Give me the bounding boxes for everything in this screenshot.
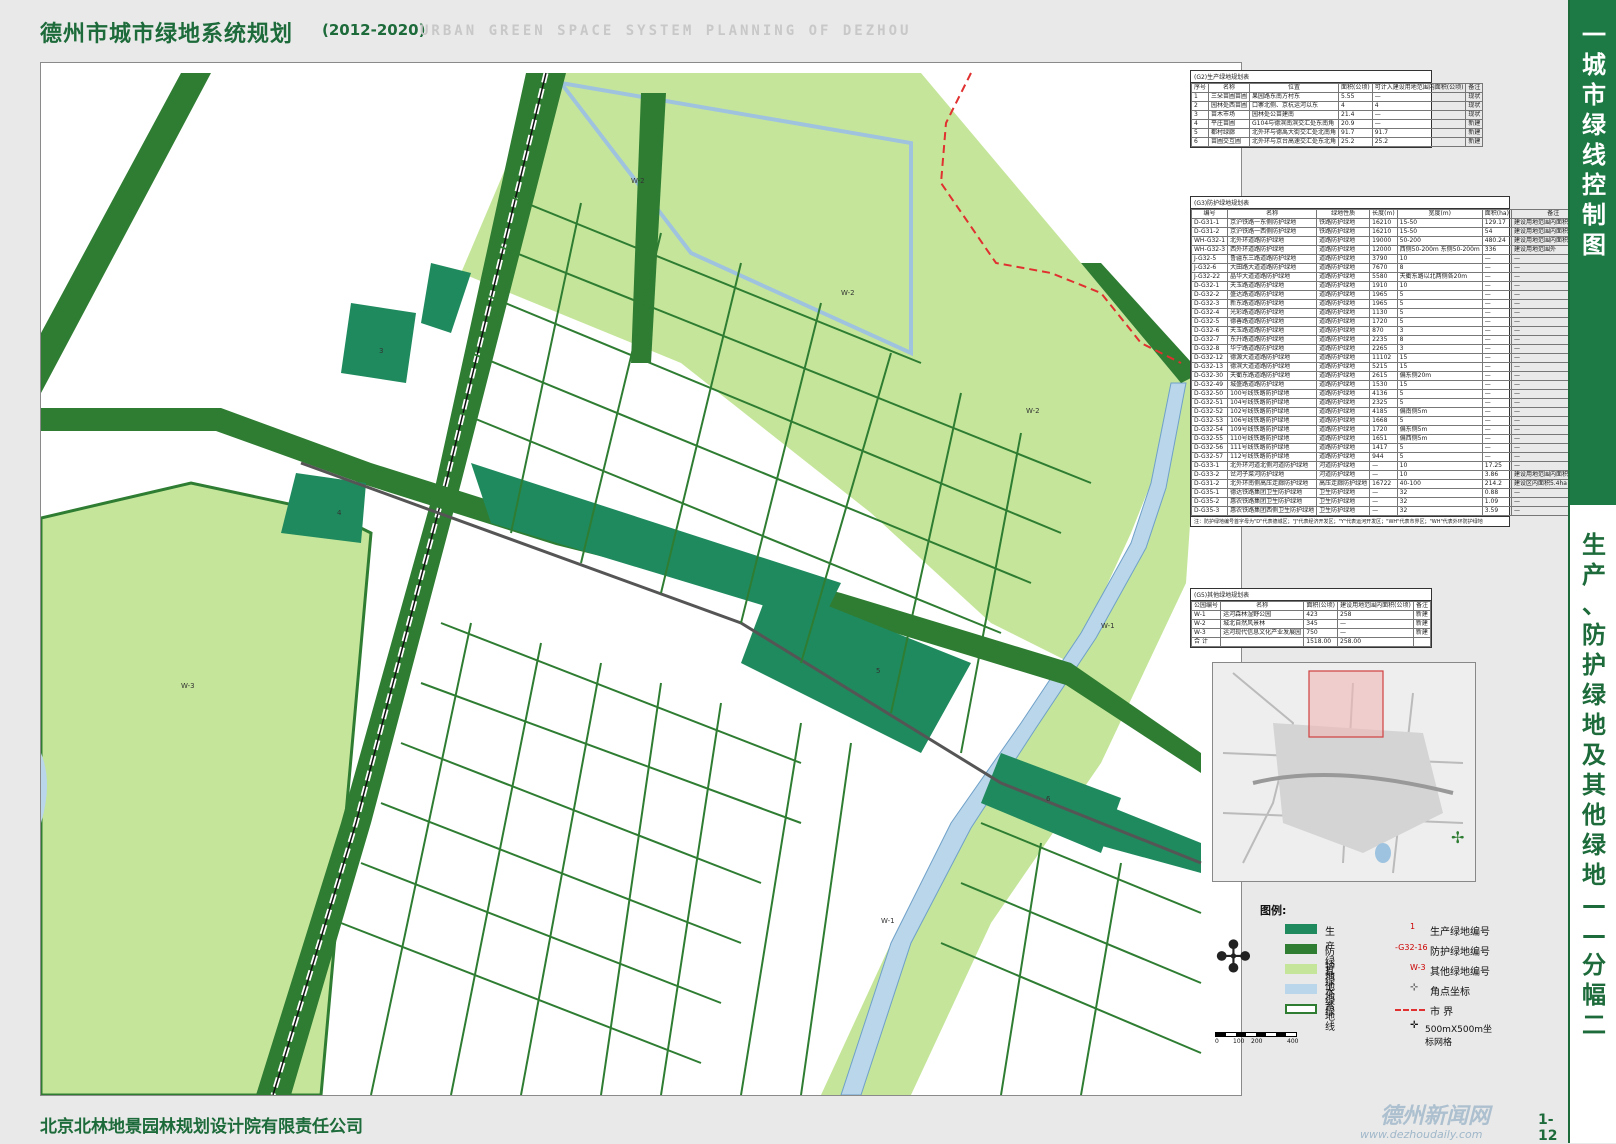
table-g3-note: 注：防护绿地编号首字母为"D"代表德城区；"J"代表经济开发区；"Y"代表运河开…: [1191, 516, 1509, 526]
table-row: 2 园林处西苗圃 口寨北侧、京杭运河以东 4 4 现状: [1190, 101, 1484, 111]
label-w3: W-3: [181, 682, 195, 690]
company-name: 北京北林地景园林规划设计院有限责任公司: [40, 1117, 363, 1137]
nw-protective-belt: [41, 73, 211, 393]
other-green-w3: [41, 481, 373, 1095]
table-row: D-G35-2 惠农铁路集团卫生防护绿地 卫生防护绿地 —32 1.09—: [1190, 497, 1596, 507]
north-arrow-icon: ✢: [1451, 828, 1465, 847]
side-title: 一城市绿线控制图: [1582, 21, 1606, 259]
table-row: J-G32-5 鲁疆东三路道路防护绿地 道路防护绿地 3790 10— —: [1190, 254, 1596, 264]
table-row: D-G32-57 112号线铁路防护绿地 道路防护绿地 944 5— —: [1190, 452, 1596, 462]
page-number: 1-12: [1538, 1112, 1558, 1144]
table-row: D-G32-49 城盛路道路防护绿地 道路防护绿地 1530 15— —: [1190, 380, 1596, 390]
legend: 图例: ✣ 0 100 200 400 生产绿地 1 生产绿地编号 防护绿地 -…: [1215, 902, 1495, 1092]
table-g5-grid: 公园编号 名称 面积(公顷) 建设用地范围内面积(公顷) 备注 W-1 运河森林湿野公园 4…: [1190, 601, 1432, 647]
table-row: 合 计 1518.00 258.00: [1190, 637, 1432, 647]
table-row: D-G32-53 106号线铁路防护绿地 道路防护绿地 1668 5— —: [1190, 416, 1596, 426]
table-row: W-2 城北自然风景林 345— 新建: [1190, 619, 1432, 629]
table-row: D-G32-2 盛达路道路防护绿地 道路防护绿地 1965 5— —: [1190, 290, 1596, 300]
production-green-2: [421, 263, 471, 333]
map-frame[interactable]: W-2 W-2 W-2 W-1 W-1 W-3 3 4 5 6: [40, 62, 1242, 1096]
label-p6: 6: [1046, 795, 1051, 803]
legend-title: 图例:: [1260, 904, 1287, 917]
table-production-green: (G2)生产绿地规划表 序号 名称 位置 面积(公顷) 可计入建设用地范围内面积(公顷)…: [1190, 70, 1484, 148]
table-g2-caption: (G2)生产绿地规划表: [1191, 71, 1431, 83]
bottom-bar: 北京北林地景园林规划设计院有限责任公司 德州新闻网 www.dezhoudail…: [0, 1100, 1568, 1144]
table-row: 4 平庄苗圃 G104与德滨南滨交汇处东南角 20.9— 新建: [1190, 119, 1484, 129]
table-row: 3 苗木市场 园林处公苗建南 21.4— 现状: [1190, 110, 1484, 120]
table-row: D-G32-52 102号线铁路防护绿地 道路防护绿地 4185 偏南侧5m — —: [1190, 407, 1596, 417]
table-row: W-1 运河森林湿野公园 423 258 新建: [1190, 610, 1432, 620]
table-row: D-G32-30 天衢东路道路防护绿地 道路防护绿地 2615 偏东侧20m — —: [1190, 371, 1596, 381]
table-protective-green: (G3)防护绿地规划表 编号 名称 绿地性质 长度(m) 宽度(m) 面积(ha) 备注 D…: [1190, 196, 1596, 527]
table-g2-grid: 序号 名称 位置 面积(公顷) 可计入建设用地范围内面积(公顷) 备注 1 三朵苗圃苗圃 果园…: [1190, 83, 1484, 147]
table-row: D-G32-51 104号线铁路防护绿地 道路防护绿地 2325 5— —: [1190, 398, 1596, 408]
label-p5: 5: [876, 667, 880, 675]
table-row: D-G32-4 光彩路道路防护绿地 道路防护绿地 1130 5— —: [1190, 308, 1596, 318]
table-other-green: (G5)其他绿地规划表 公园编号 名称 面积(公顷) 建设用地范围内面积(公顷) 备注 …: [1190, 588, 1432, 648]
title-bar: 德州市城市绿地系统规划 (2012-2020) URBAN GREEN SPAC…: [0, 0, 1570, 50]
table-row: D-G32-3 新东路道路防护绿地 道路防护绿地 1965 5— —: [1190, 299, 1596, 309]
label-w2-b: W-2: [841, 289, 855, 297]
label-w2-a: W-2: [631, 177, 645, 185]
location-inset-map[interactable]: ✢: [1212, 662, 1476, 882]
inset-highlight-area: [1308, 670, 1384, 738]
corner-coordinate-icon: ⊹: [1410, 982, 1419, 993]
table-row: D-G32-13 德滨大道道路防护绿地 道路防护绿地 5215 15— —: [1190, 362, 1596, 372]
table-row: D-G31-1 京沪铁路一东侧防护绿地 铁路防护绿地 16210 15-50 129.17…: [1190, 218, 1596, 228]
scale-bar: 0 100 200 400: [1215, 1032, 1305, 1050]
table-row: D-G32-54 109号线铁路防护绿地 道路防护绿地 1720 偏东侧5m — —: [1190, 425, 1596, 435]
table-row: D-G33-1 北外环河道北侧河道防护绿地 河道防护绿地 —10 17.25—: [1190, 461, 1596, 471]
table-row: 1 三朵苗圃苗圃 果园路东南方村东 5.55— 现状: [1190, 92, 1484, 102]
watermark-logo: 德州新闻网: [1380, 1104, 1491, 1129]
table-row: D-G31-2 京沪铁路一西侧防护绿地 铁路防护绿地 16210 15-50 54 建设用地…: [1190, 227, 1596, 237]
page-title-english: URBAN GREEN SPACE SYSTEM PLANNING OF DEZ…: [420, 23, 912, 39]
side-panel: 一城市绿线控制图 生产、防护绿地及其他绿地 — — 分幅二: [1568, 0, 1616, 1143]
production-green-3: [341, 303, 416, 383]
table-row: W-3 运河现代信息文化产业发展园 750— 新建: [1190, 628, 1432, 638]
watermark-url: www.dezhoudaily.com: [1360, 1128, 1483, 1141]
label-w2-c: W-2: [1026, 407, 1040, 415]
table-row: D-G32-5 德善路道路防护绿地 道路防护绿地 1720 5— —: [1190, 317, 1596, 327]
table-row: 6 苗圃交互圃 北外环与京台高速交汇处东北角 25.2 25.2 新建: [1190, 137, 1484, 147]
table-row: WH-G32-3 西外环道路防护绿地 道路防护绿地 12000 西侧50-200m 东侧…: [1190, 245, 1596, 255]
label-w1-b: W-1: [881, 917, 895, 925]
table-row: D-G32-55 110号线铁路防护绿地 道路防护绿地 1651 偏西侧5m — —: [1190, 434, 1596, 444]
table-g5-caption: (G5)其他绿地规划表: [1191, 589, 1431, 601]
page-title-year: (2012-2020): [322, 21, 426, 39]
compass-rose-icon: ✣: [1215, 932, 1252, 983]
table-g3-grid: 编号 名称 绿地性质 长度(m) 宽度(m) 面积(ha) 备注 D-G31-1 京沪铁路一东…: [1190, 209, 1596, 516]
table-row: 5 都村绿廊 北外环与德禹大街交汇处北南角 91.7 91.7 新建: [1190, 128, 1484, 138]
green-space-map[interactable]: W-2 W-2 W-2 W-1 W-1 W-3 3 4 5 6: [41, 63, 1241, 1095]
page-title: 德州市城市绿地系统规划: [40, 22, 294, 47]
label-p3: 3: [379, 347, 383, 355]
table-row: D-G32-56 111号线铁路防护绿地 道路防护绿地 1417 5— —: [1190, 443, 1596, 453]
table-row: J-G32-6 大田路大道道路防护绿地 道路防护绿地 7670 8— —: [1190, 263, 1596, 273]
table-row: D-G32-6 天玉路道路防护绿地 道路防护绿地 870 3— —: [1190, 326, 1596, 336]
table-row: J-G32-22 晶华大道道路防护绿地 道路防护绿地 5580 天衢东路以北两侧各20m…: [1190, 272, 1596, 282]
table-row: D-G32-8 华宁路道路防护绿地 道路防护绿地 2265 3— —: [1190, 344, 1596, 354]
table-row: D-G35-1 德达铁路集团卫生防护绿地 卫生防护绿地 —32 0.88—: [1190, 488, 1596, 498]
inset-svg: [1213, 663, 1475, 881]
table-row: D-G32-7 东升路道路防护绿地 道路防护绿地 2235 8— —: [1190, 335, 1596, 345]
production-green-6b: [1091, 803, 1201, 873]
table-row: D-G32-1 天玉路道路防护绿地 道路防护绿地 1910 10— —: [1190, 281, 1596, 291]
table-row: D-G32-50 100号线铁路防护绿地 道路防护绿地 4136 5— —: [1190, 389, 1596, 399]
grid-cross-icon: ✛: [1410, 1020, 1419, 1031]
table-row: WH-G32-1 北外环道路防护绿地 道路防护绿地 19000 50-200 480.24…: [1190, 236, 1596, 246]
table-row: D-G35-3 惠农铁路集团西侧卫生防护绿地 卫生防护绿地 —32 3.59—: [1190, 506, 1596, 516]
table-row: D-G31-2 北外环南侧高压走廊防护绿地 高压走廊防护绿地 16722 40-100 2…: [1190, 479, 1596, 489]
other-green-w2: [461, 73, 1181, 663]
side-subtitle: 生产、防护绿地及其他绿地 — — 分幅二: [1582, 531, 1606, 1039]
table-row: D-G32-12 德源大道道路防护绿地 道路防护绿地 11102 15— —: [1190, 353, 1596, 363]
label-w1-a: W-1: [1101, 622, 1115, 630]
city-boundary-symbol: [1395, 1009, 1425, 1011]
grid-note: 500mX500m坐标网格: [1425, 1025, 1493, 1048]
table-row: D-G33-2 岔河子菜河防护绿地 河道防护绿地 —10 3.86 建设用地范围内面积3.…: [1190, 470, 1596, 480]
table-g3-caption: (G3)防护绿地规划表: [1191, 197, 1509, 209]
label-p4: 4: [337, 509, 342, 517]
